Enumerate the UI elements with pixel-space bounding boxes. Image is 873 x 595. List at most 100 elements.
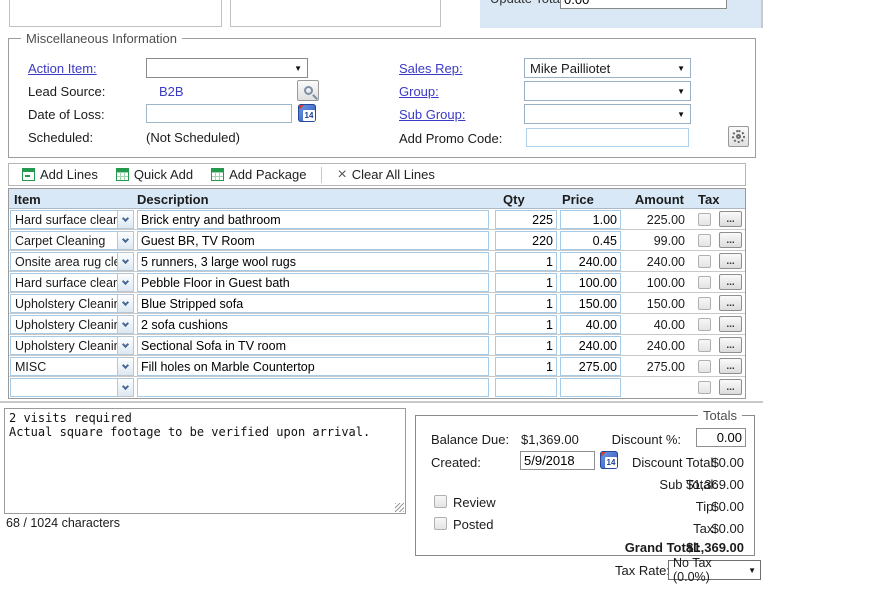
group-select[interactable]: ▼ xyxy=(524,81,691,101)
sales-rep-select[interactable]: Mike Pailliotet ▼ xyxy=(524,58,691,78)
row-options-button[interactable]: ... xyxy=(719,295,742,311)
combo-arrow-icon[interactable] xyxy=(118,273,134,292)
description-input[interactable] xyxy=(137,231,489,250)
combo-arrow-icon[interactable] xyxy=(118,336,134,355)
combo-arrow-icon[interactable] xyxy=(118,315,134,334)
tax-checkbox[interactable] xyxy=(698,234,711,247)
row-options-button[interactable]: ... xyxy=(719,253,742,269)
lead-source-search-button[interactable] xyxy=(297,80,319,101)
item-select[interactable]: Upholstery Cleaning xyxy=(10,336,134,355)
sub-group-select[interactable]: ▼ xyxy=(524,104,691,124)
date-of-loss-input[interactable] xyxy=(146,104,292,123)
price-input[interactable] xyxy=(560,252,621,271)
combo-arrow-icon[interactable] xyxy=(118,252,134,271)
row-options-button[interactable]: ... xyxy=(719,274,742,290)
qty-input[interactable] xyxy=(495,231,557,250)
tax-rate-select[interactable]: No Tax (0.0%) ▼ xyxy=(668,560,761,580)
combo-arrow-icon[interactable] xyxy=(118,210,134,229)
description-input[interactable] xyxy=(137,378,489,397)
clear-all-lines-button[interactable]: × Clear All Lines xyxy=(328,164,443,185)
tax-checkbox[interactable] xyxy=(698,318,711,331)
qty-input[interactable] xyxy=(495,252,557,271)
qty-input[interactable] xyxy=(495,210,557,229)
calendar-icon[interactable] xyxy=(298,104,316,122)
description-input[interactable] xyxy=(137,252,489,271)
review-checkbox[interactable] xyxy=(434,495,447,508)
price-input[interactable] xyxy=(560,378,621,397)
header-item: Item xyxy=(14,192,41,207)
line-item-row: Carpet Cleaning 99.00 ... xyxy=(9,230,745,251)
item-select[interactable]: Onsite area rug cleaning xyxy=(10,252,134,271)
price-input[interactable] xyxy=(560,210,621,229)
row-options-button[interactable]: ... xyxy=(719,379,742,395)
action-item-link[interactable]: Action Item: xyxy=(28,61,97,76)
top-textarea-2[interactable] xyxy=(230,0,441,27)
description-input[interactable] xyxy=(137,336,489,355)
item-select[interactable]: Carpet Cleaning xyxy=(10,231,134,250)
calendar-icon[interactable] xyxy=(600,451,618,469)
price-input[interactable] xyxy=(560,273,621,292)
item-select[interactable]: Upholstery Cleaning xyxy=(10,294,134,313)
item-select[interactable]: MISC xyxy=(10,357,134,376)
row-options-button[interactable]: ... xyxy=(719,316,742,332)
add-lines-button[interactable]: Add Lines xyxy=(13,164,107,185)
tax-checkbox[interactable] xyxy=(698,255,711,268)
item-select[interactable] xyxy=(10,378,134,397)
qty-input[interactable] xyxy=(495,273,557,292)
price-input[interactable] xyxy=(560,231,621,250)
combo-arrow-icon[interactable] xyxy=(118,231,134,250)
select-arrow-icon: ▼ xyxy=(677,64,685,73)
posted-checkbox[interactable] xyxy=(434,517,447,530)
notes-textarea[interactable]: 2 visits required Actual square footage … xyxy=(4,408,406,514)
discount-total-label: Discount Total: xyxy=(632,455,717,470)
qty-input[interactable] xyxy=(495,378,557,397)
item-select[interactable]: Hard surface cleaning xyxy=(10,210,134,229)
resize-handle[interactable] xyxy=(395,503,404,512)
sub-group-link[interactable]: Sub Group: xyxy=(399,107,466,122)
row-options-button[interactable]: ... xyxy=(719,337,742,353)
created-date-input[interactable] xyxy=(520,451,595,470)
add-package-button[interactable]: Add Package xyxy=(202,164,315,185)
qty-input[interactable] xyxy=(495,294,557,313)
row-options-button[interactable]: ... xyxy=(719,211,742,227)
description-input[interactable] xyxy=(137,315,489,334)
line-item-row: Hard surface cleaning 100.00 ... xyxy=(9,272,745,293)
item-select[interactable]: Upholstery Cleaning xyxy=(10,315,134,334)
qty-input[interactable] xyxy=(495,315,557,334)
combo-arrow-icon[interactable] xyxy=(118,378,134,397)
lead-source-value[interactable]: B2B xyxy=(159,84,184,99)
select-arrow-icon: ▼ xyxy=(748,566,756,575)
tax-checkbox[interactable] xyxy=(698,339,711,352)
description-input[interactable] xyxy=(137,294,489,313)
price-input[interactable] xyxy=(560,336,621,355)
description-input[interactable] xyxy=(137,210,489,229)
price-input[interactable] xyxy=(560,315,621,334)
tax-checkbox[interactable] xyxy=(698,297,711,310)
discount-pct-input[interactable] xyxy=(696,428,746,447)
description-input[interactable] xyxy=(137,357,489,376)
row-options-button[interactable]: ... xyxy=(719,232,742,248)
review-label: Review xyxy=(453,495,496,510)
qty-input[interactable] xyxy=(495,336,557,355)
tax-checkbox[interactable] xyxy=(698,276,711,289)
quick-add-button[interactable]: Quick Add xyxy=(107,164,202,185)
line-item-row: Upholstery Cleaning 240.00 ... xyxy=(9,335,745,356)
tax-checkbox[interactable] xyxy=(698,360,711,373)
price-input[interactable] xyxy=(560,357,621,376)
description-input[interactable] xyxy=(137,273,489,292)
promo-apply-button[interactable] xyxy=(728,126,749,147)
tax-checkbox[interactable] xyxy=(698,381,711,394)
tax-checkbox[interactable] xyxy=(698,213,711,226)
update-total-input[interactable] xyxy=(560,0,727,9)
action-item-select[interactable]: ▼ xyxy=(146,58,308,78)
price-input[interactable] xyxy=(560,294,621,313)
top-textarea-1[interactable] xyxy=(9,0,222,27)
row-options-button[interactable]: ... xyxy=(719,358,742,374)
item-select[interactable]: Hard surface cleaning xyxy=(10,273,134,292)
add-promo-input[interactable] xyxy=(526,128,689,147)
combo-arrow-icon[interactable] xyxy=(118,294,134,313)
combo-arrow-icon[interactable] xyxy=(118,357,134,376)
group-link[interactable]: Group: xyxy=(399,84,439,99)
qty-input[interactable] xyxy=(495,357,557,376)
sales-rep-link[interactable]: Sales Rep: xyxy=(399,61,463,76)
